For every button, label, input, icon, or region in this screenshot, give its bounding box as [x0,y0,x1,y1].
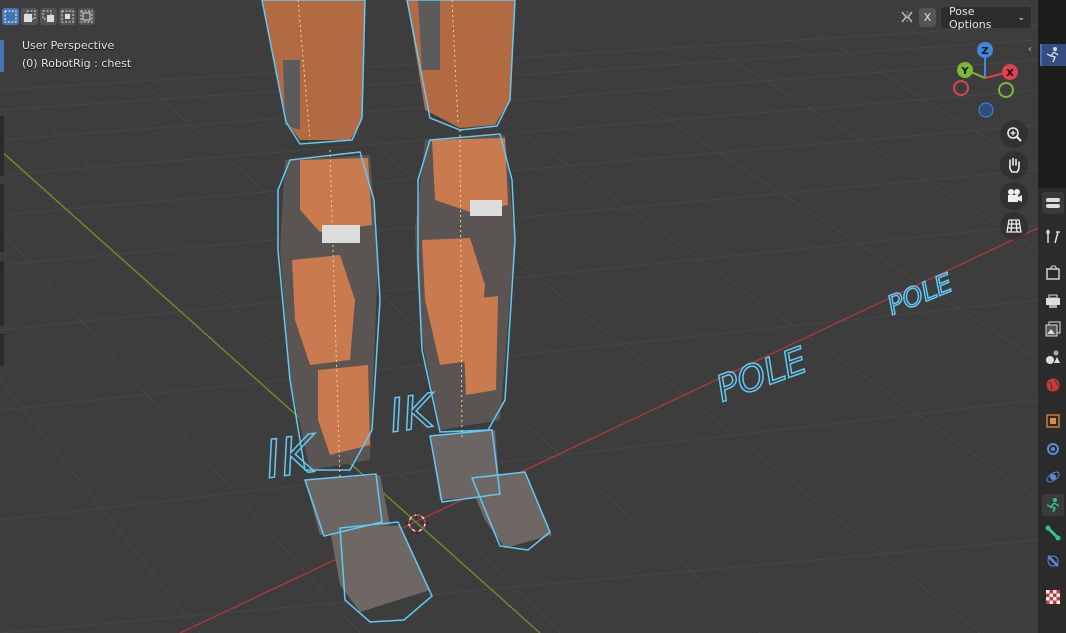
gizmo-z-label: Z [981,46,988,57]
bone-icon[interactable] [1042,522,1064,544]
gizmo-y-negative[interactable] [998,82,1014,98]
active-object-label: (0) RobotRig : chest [22,57,132,70]
viewport-header: X Pose Options ⌄ [0,0,1038,34]
select-box-subtract-icon[interactable] [40,8,57,25]
bone-constraint-icon[interactable] [1042,550,1064,572]
toolbar-group-1[interactable] [0,116,4,176]
scene-icon[interactable] [1042,346,1064,368]
navigation-gizmo[interactable]: Z X Y [953,42,1018,118]
pose-options-label: Pose Options [949,4,992,31]
zoom-icon[interactable] [1000,120,1028,148]
toolbar-group-4[interactable] [0,334,4,366]
texture-icon[interactable] [1042,586,1064,608]
object-icon[interactable] [1042,410,1064,432]
scene-render: IK IK POLE POLE Z X Y [0,0,1038,633]
selection-mode-group [2,8,95,25]
right-leg [407,0,552,548]
gizmo-z-negative[interactable] [978,102,994,118]
pose-options-dropdown[interactable]: Pose Options ⌄ [941,4,1031,31]
left-leg [262,0,430,612]
gizmo-x-negative[interactable] [953,80,969,96]
modifier-icon[interactable] [1042,438,1064,460]
grid-ortho-icon[interactable] [1000,212,1028,240]
outliner-active-item[interactable] [1040,44,1066,66]
properties-tab-strip [1038,0,1066,633]
toolbar-group-3[interactable] [0,261,4,326]
view-layer-icon[interactable] [1042,318,1064,340]
3d-viewport[interactable]: IK IK POLE POLE Z X Y X Pose Options ⌄ U… [0,0,1038,633]
object-data-armature-icon[interactable] [1042,494,1064,516]
pole-label-near: POLE [711,340,813,410]
toolbar-active-tool[interactable] [0,40,4,72]
world-icon[interactable] [1042,374,1064,396]
select-box-new-icon[interactable] [2,8,19,25]
gizmo-y-label: Y [960,66,969,77]
pole-label-far: POLE [883,268,957,321]
toolbar-group-2[interactable] [0,184,4,252]
x-mirror-toggle[interactable]: X [919,8,936,27]
mirror-icon[interactable] [899,9,915,25]
camera-icon[interactable] [1000,182,1028,210]
render-icon[interactable] [1042,262,1064,284]
toolbar-strip [0,36,5,376]
select-box-intersect-icon[interactable] [78,8,95,25]
gizmo-x-label: X [1006,68,1014,79]
output-icon[interactable] [1042,290,1064,312]
chevron-down-icon: ⌄ [1017,12,1025,23]
tool-icon[interactable] [1042,226,1064,248]
outliner-strip [1038,0,1066,188]
pan-hand-icon[interactable] [1000,151,1028,179]
select-box-invert-icon[interactable] [59,8,76,25]
select-box-extend-icon[interactable] [21,8,38,25]
collapse-arrow-icon[interactable]: ‹ [1028,44,1032,55]
perspective-label: User Perspective [22,39,115,52]
physics-icon[interactable] [1042,466,1064,488]
properties-editor-icon[interactable] [1042,192,1064,214]
